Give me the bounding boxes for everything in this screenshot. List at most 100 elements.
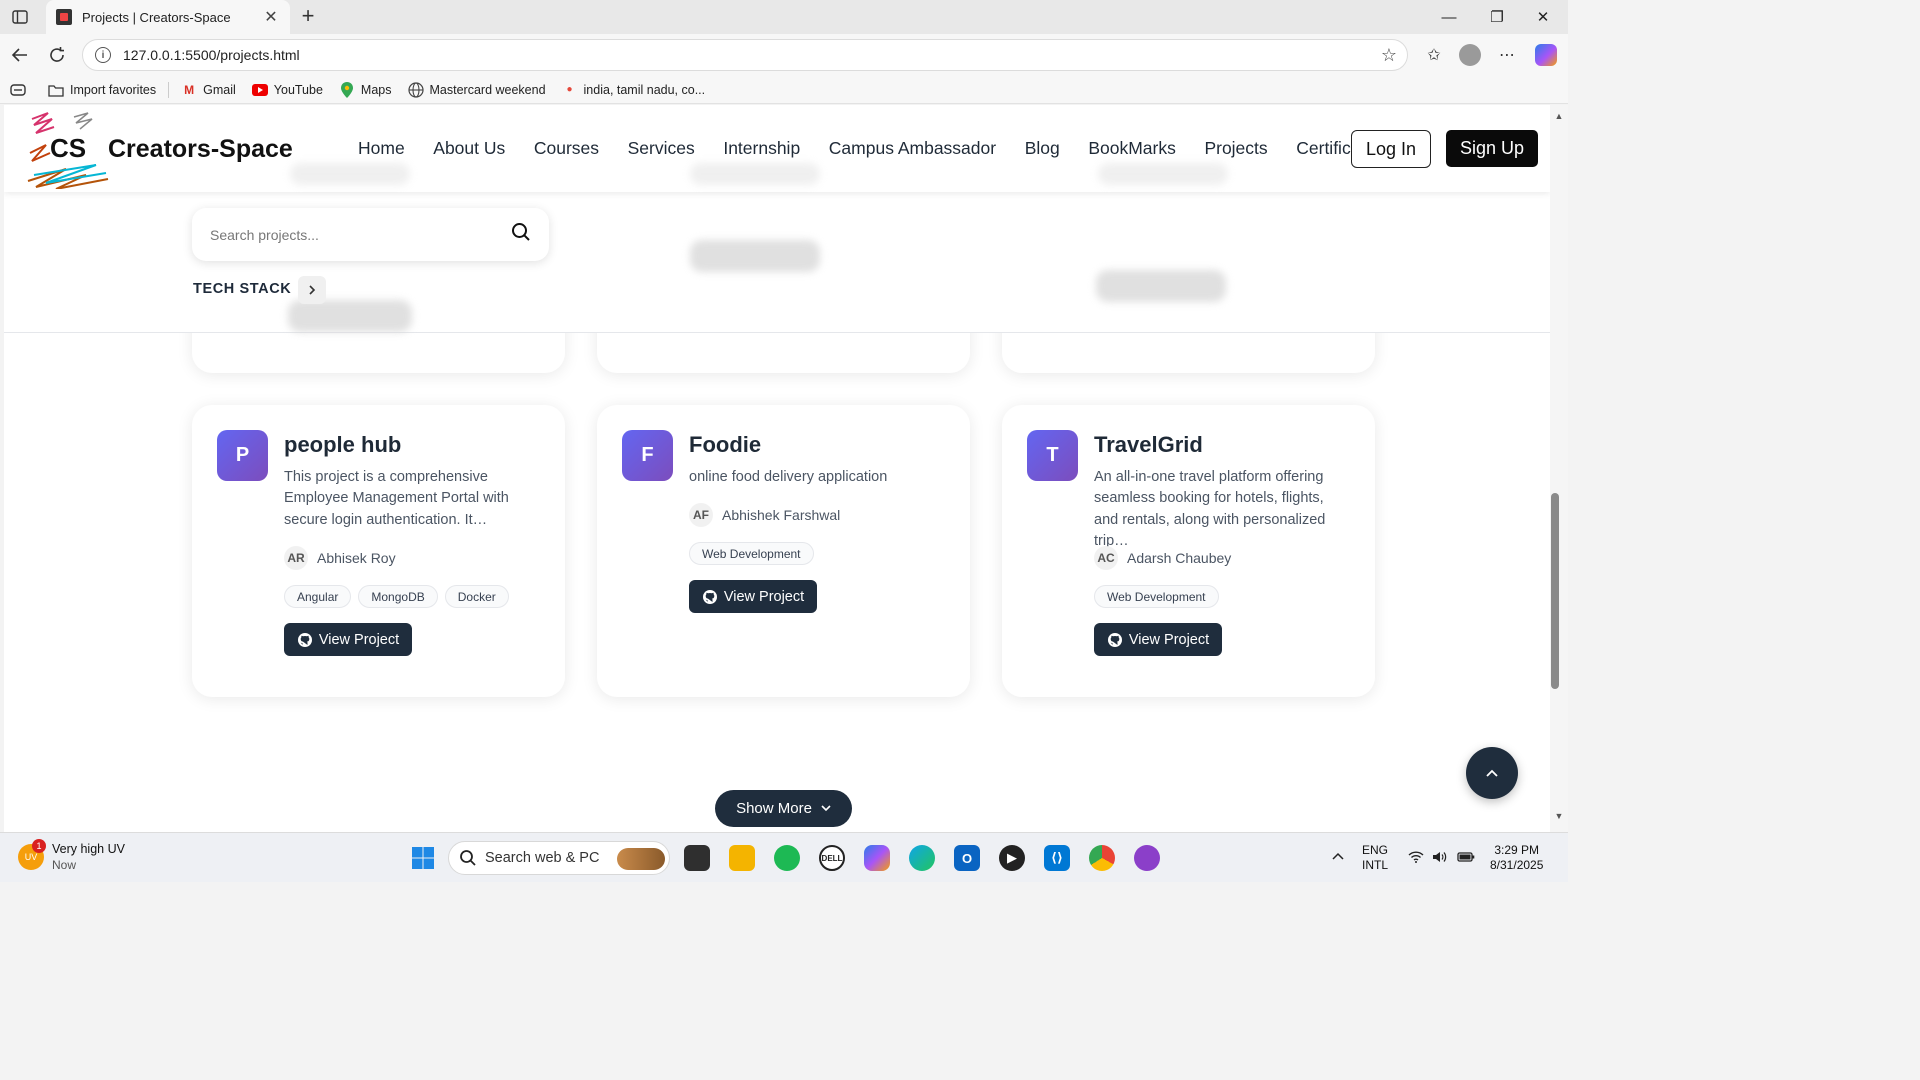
folder-import-icon xyxy=(48,82,64,98)
copilot-app-icon[interactable] xyxy=(864,845,890,871)
favorite-maps[interactable]: Maps xyxy=(339,81,392,98)
favorite-star-icon[interactable]: ☆ xyxy=(1381,45,1397,66)
volume-icon[interactable] xyxy=(1432,851,1448,867)
outlook-icon[interactable]: O xyxy=(954,845,980,871)
nav-blog[interactable]: Blog xyxy=(1025,138,1060,159)
main-nav: Home About Us Courses Services Internshi… xyxy=(358,138,1412,159)
nav-about-us[interactable]: About Us xyxy=(433,138,505,159)
tech-tag: Angular xyxy=(284,585,352,608)
spotify-icon[interactable] xyxy=(774,845,800,871)
weather-widget[interactable]: UV 1 Very high UV Now xyxy=(18,839,125,872)
logo-text[interactable]: Creators-Space xyxy=(108,135,293,164)
project-title: TravelGrid xyxy=(1094,432,1203,457)
clock-time: 3:29 PM xyxy=(1494,843,1540,857)
maps-pin-icon xyxy=(339,81,355,98)
favorite-import[interactable]: Import favorites xyxy=(48,82,156,98)
nav-internship[interactable]: Internship xyxy=(723,138,800,159)
blurred-content xyxy=(290,163,410,185)
tab-actions-icon[interactable] xyxy=(8,6,32,28)
search-icon xyxy=(460,850,476,866)
clock[interactable]: 3:29 PM 8/31/2025 xyxy=(1490,843,1543,873)
back-button[interactable] xyxy=(8,43,32,67)
signup-button[interactable]: Sign Up xyxy=(1446,130,1538,167)
chrome-icon[interactable] xyxy=(1089,845,1115,871)
github-icon xyxy=(1107,632,1122,647)
nav-services[interactable]: Services xyxy=(628,138,695,159)
globe-icon xyxy=(407,81,424,98)
dell-icon[interactable]: DELL xyxy=(819,845,845,871)
favorites-divider xyxy=(168,81,170,98)
view-project-label: View Project xyxy=(318,631,400,648)
search-icon[interactable] xyxy=(511,222,531,247)
nav-bookmarks[interactable]: BookMarks xyxy=(1088,138,1176,159)
project-tags: Web Development xyxy=(1094,585,1226,608)
project-author: AR Abhisek Roy xyxy=(284,546,396,570)
tech-stack-expand-button[interactable] xyxy=(298,276,326,304)
nav-home[interactable]: Home xyxy=(358,138,405,159)
task-view-icon[interactable] xyxy=(684,845,710,871)
view-project-button[interactable]: View Project xyxy=(1094,623,1222,656)
favorite-youtube[interactable]: YouTube xyxy=(251,82,323,98)
chevron-up-icon xyxy=(1486,769,1498,777)
project-description: This project is a comprehensive Employee… xyxy=(284,469,509,528)
view-project-label: View Project xyxy=(723,588,805,605)
address-bar[interactable]: i 127.0.0.1:5500/projects.html ☆ xyxy=(82,39,1408,71)
show-more-button[interactable]: Show More xyxy=(715,790,852,827)
more-options-icon[interactable]: ⋯ xyxy=(1495,43,1519,67)
weather-icon-text: UV xyxy=(24,852,38,862)
blurred-button xyxy=(288,300,412,332)
login-button[interactable]: Log In xyxy=(1351,130,1431,168)
keyboard-layout: INTL xyxy=(1362,858,1389,872)
media-player-icon[interactable]: ▶ xyxy=(999,845,1025,871)
clock-date: 8/31/2025 xyxy=(1490,858,1544,872)
taskbar-search[interactable]: Search web & PC xyxy=(448,841,670,875)
new-tab-button[interactable]: + xyxy=(296,3,320,28)
author-name: Adarsh Chaubey xyxy=(1127,550,1232,566)
nav-campus-ambassador[interactable]: Campus Ambassador xyxy=(829,138,996,159)
restore-button[interactable]: ❐ xyxy=(1474,0,1520,34)
show-hidden-icons-chevron-icon[interactable] xyxy=(1332,849,1344,864)
uv-weather-icon: UV 1 xyxy=(18,839,46,870)
page-scrollbar[interactable]: ▲ ▼ xyxy=(1550,105,1568,832)
view-project-button[interactable]: View Project xyxy=(689,580,817,613)
taskbar-search-label: Search web & PC xyxy=(485,850,600,866)
scrollbar-thumb[interactable] xyxy=(1551,493,1559,689)
project-tags: Angular MongoDB Docker xyxy=(284,585,516,608)
favorites-icon[interactable]: ✩ xyxy=(1422,43,1446,67)
project-title: people hub xyxy=(284,432,402,457)
filter-panel: TECH STACK xyxy=(4,192,1550,333)
project-card: T TravelGrid An all-in-one travel platfo… xyxy=(1002,405,1375,697)
browser-tab-active[interactable]: Projects | Creators-Space ✕ xyxy=(46,0,290,34)
favorite-label: Maps xyxy=(360,82,392,97)
close-window-button[interactable]: ✕ xyxy=(1520,0,1566,34)
battery-icon[interactable] xyxy=(1457,851,1475,867)
reload-button[interactable] xyxy=(45,43,69,67)
github-desktop-icon[interactable] xyxy=(1134,845,1160,871)
file-explorer-icon[interactable] xyxy=(729,845,755,871)
nav-projects[interactable]: Projects xyxy=(1204,138,1267,159)
language-indicator[interactable]: ENG INTL xyxy=(1362,843,1388,873)
view-project-button[interactable]: View Project xyxy=(284,623,412,656)
profile-avatar[interactable] xyxy=(1458,43,1482,67)
close-tab-icon[interactable]: ✕ xyxy=(262,7,280,27)
reading-list-icon[interactable] xyxy=(10,83,26,96)
search-input[interactable] xyxy=(210,226,511,243)
favorite-gmail[interactable]: M Gmail xyxy=(181,82,236,98)
scroll-up-arrow-icon[interactable]: ▲ xyxy=(1551,111,1567,125)
weather-title: Very high UV xyxy=(52,842,125,856)
scroll-down-arrow-icon[interactable]: ▼ xyxy=(1551,811,1567,825)
favorite-mastercard[interactable]: Mastercard weekend xyxy=(407,81,546,98)
back-to-top-button[interactable] xyxy=(1466,747,1518,799)
minimize-button[interactable]: — xyxy=(1426,0,1472,34)
copilot-icon[interactable] xyxy=(1534,43,1558,67)
blurred-button xyxy=(690,240,820,272)
windows-start-icon[interactable] xyxy=(410,845,436,871)
github-icon xyxy=(702,589,717,604)
nav-courses[interactable]: Courses xyxy=(534,138,599,159)
browser-tab-bar: Projects | Creators-Space ✕ + — ❐ ✕ xyxy=(0,0,1568,34)
vscode-icon[interactable]: ⟨⟩ xyxy=(1044,845,1070,871)
favorite-weather[interactable]: ● india, tamil nadu, co... xyxy=(562,82,706,98)
site-info-icon[interactable]: i xyxy=(95,47,111,63)
wifi-icon[interactable] xyxy=(1408,851,1424,867)
edge-browser-icon[interactable] xyxy=(909,845,935,871)
